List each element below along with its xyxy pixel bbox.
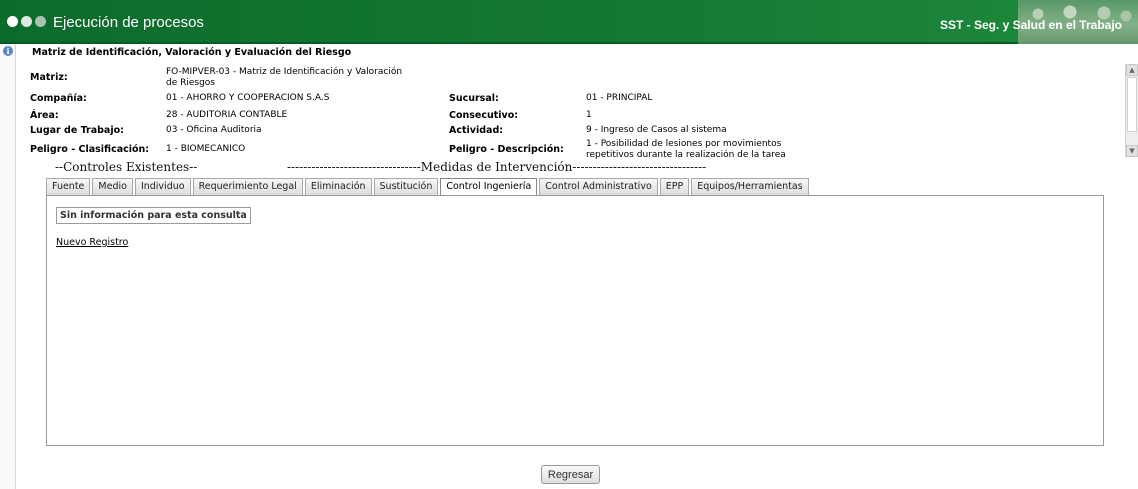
left-strip xyxy=(0,44,16,489)
three-dots-icon xyxy=(7,16,46,27)
tab-control-administrativo[interactable]: Control Administrativo xyxy=(539,178,658,195)
app-title: Ejecución de procesos xyxy=(53,14,204,31)
tab-equipos-herramientas[interactable]: Equipos/Herramientas xyxy=(691,178,809,195)
actividad-value: 9 - Ingreso de Casos al sistema xyxy=(586,125,727,135)
sucursal-label: Sucursal: xyxy=(449,93,499,104)
sucursal-value: 01 - PRINCIPAL xyxy=(586,93,653,103)
peligro-descripcion-label: Peligro - Descripción: xyxy=(449,144,564,155)
consecutivo-value: 1 xyxy=(586,110,592,120)
peligro-descripcion-value: 1 - Posibilidad de lesiones por movimien… xyxy=(586,139,786,160)
tab-requerimiento-legal[interactable]: Requerimiento Legal xyxy=(192,178,303,195)
actividad-label: Actividad: xyxy=(449,125,504,136)
tab-eliminacion[interactable]: Eliminación xyxy=(304,178,372,195)
tab-bar: Fuente Medio Individuo Requerimiento Leg… xyxy=(46,178,809,195)
area-label: Área: xyxy=(30,110,59,121)
info-scrollbar[interactable]: ▲ ▼ xyxy=(1125,64,1138,157)
scroll-thumb[interactable] xyxy=(1127,77,1137,132)
medidas-intervencion-heading: ---------------------------------Medidas… xyxy=(287,160,707,174)
dot-icon xyxy=(7,16,18,27)
info-icon[interactable]: i xyxy=(3,46,13,56)
dot-icon xyxy=(35,16,46,27)
no-info-message: Sin información para esta consulta xyxy=(56,207,251,224)
controles-existentes-heading: --Controles Existentes-- xyxy=(55,160,198,174)
new-record-link[interactable]: Nuevo Registro xyxy=(56,237,128,248)
dot-icon xyxy=(21,16,32,27)
compania-label: Compañía: xyxy=(30,93,87,104)
matriz-label: Matriz: xyxy=(30,72,68,83)
tab-medio[interactable]: Medio xyxy=(92,178,133,195)
tab-epp[interactable]: EPP xyxy=(659,178,690,195)
lugar-value: 03 - Oficina Auditoria xyxy=(166,125,262,135)
lugar-label: Lugar de Trabajo: xyxy=(30,125,124,136)
peligro-clasificacion-value: 1 - BIOMECANICO xyxy=(166,144,246,154)
compania-value: 01 - AHORRO Y COOPERACION S.A.S xyxy=(166,93,330,103)
arrow-down-icon[interactable]: ▼ xyxy=(1126,145,1138,157)
back-button[interactable]: Regresar xyxy=(541,465,600,484)
brand-label: SST - Seg. y Salud en el Trabajo xyxy=(939,18,1122,32)
tab-control-ingenieria[interactable]: Control Ingeniería xyxy=(440,178,538,195)
app-header: Ejecución de procesos SST - Seg. y Salud… xyxy=(0,0,1138,44)
area-value: 28 - AUDITORIA CONTABLE xyxy=(166,110,288,120)
matriz-value: FO-MIPVER-03 - Matriz de Identificación … xyxy=(166,67,403,88)
arrow-up-icon[interactable]: ▲ xyxy=(1126,64,1138,76)
tab-panel: Sin información para esta consulta Nuevo… xyxy=(46,195,1104,446)
tab-sustitucion[interactable]: Sustitución xyxy=(373,178,439,195)
tab-fuente[interactable]: Fuente xyxy=(46,178,91,195)
peligro-clasificacion-label: Peligro - Clasificación: xyxy=(30,144,150,155)
section-title: Matriz de Identificación, Valoración y E… xyxy=(32,47,352,58)
tab-individuo[interactable]: Individuo xyxy=(134,178,191,195)
consecutivo-label: Consecutivo: xyxy=(449,110,519,121)
